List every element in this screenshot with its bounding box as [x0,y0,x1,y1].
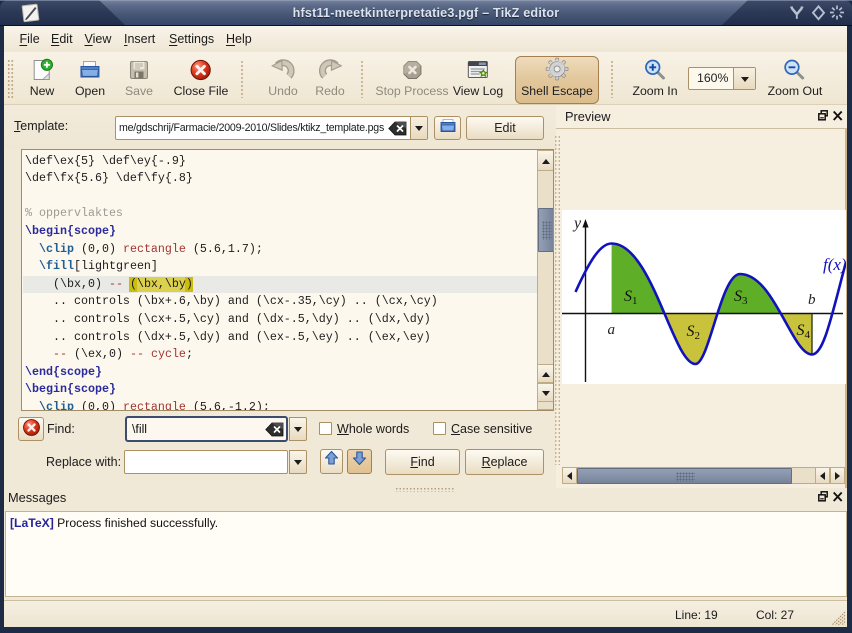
svg-text:a: a [608,322,616,338]
svg-text:f(x): f(x) [823,255,846,274]
svg-text:y: y [572,215,582,232]
svg-text:b: b [808,292,816,308]
